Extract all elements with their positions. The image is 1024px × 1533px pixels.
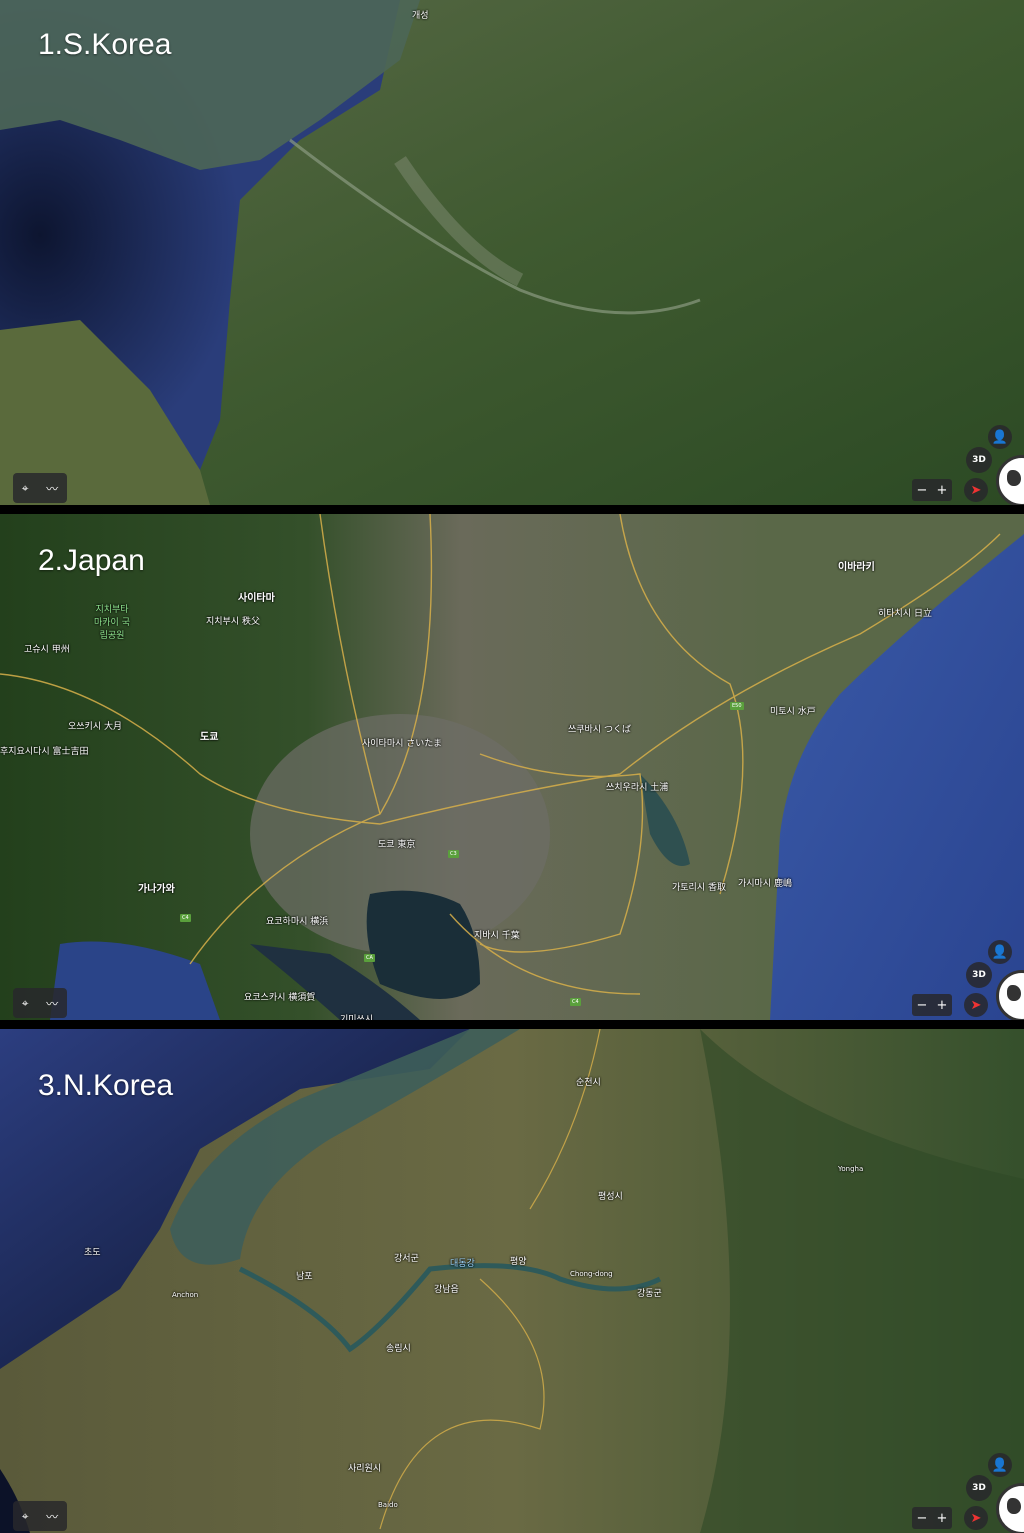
zoom-controls: − + <box>912 479 952 501</box>
panel-title: 2.Japan <box>38 544 145 577</box>
map-label: 도쿄 東京 <box>378 840 416 850</box>
river-label: 대동강 <box>450 1259 475 1269</box>
panel-title: 1.S.Korea <box>38 28 172 61</box>
map-pin-icon[interactable]: ⌖ <box>22 481 29 496</box>
zoom-out-button[interactable]: − <box>917 998 928 1013</box>
map-label: 평성시 <box>598 1192 623 1202</box>
zoom-in-button[interactable]: + <box>937 998 948 1013</box>
zoom-out-button[interactable]: − <box>917 483 928 498</box>
map-label: 요코하마시 横浜 <box>266 917 329 927</box>
map-panel-south-korea[interactable]: 1.S.Korea 개성 ⌖ 〰 👤 3D − + ➤ <box>0 0 1024 505</box>
elevation-icon[interactable]: 〰 <box>46 995 58 1012</box>
zoom-controls: − + <box>912 1507 952 1529</box>
map-label: 쓰치우라시 土浦 <box>606 783 669 793</box>
map-label: Chong-dong <box>570 1270 613 1278</box>
highway-shield: C4 <box>570 998 581 1006</box>
map-label: 이바라키 <box>838 562 875 573</box>
map-label: 평양 <box>510 1257 527 1267</box>
map-label: 쓰쿠바시 つくば <box>568 725 631 735</box>
elevation-icon[interactable]: 〰 <box>46 480 58 497</box>
map-label: 가토리시 香取 <box>672 883 726 893</box>
satellite-imagery <box>0 1029 1024 1533</box>
map-panel-japan[interactable]: 2.Japan 사이타마 지치부시 秩父 지치부타 마카이 국립공원 고슈시 甲… <box>0 514 1024 1020</box>
pegman-icon[interactable]: 👤 <box>988 425 1012 449</box>
3d-button[interactable]: 3D <box>966 1475 992 1501</box>
map-label: 남포 <box>296 1272 313 1282</box>
map-label: 히타치시 日立 <box>878 609 932 619</box>
satellite-imagery <box>0 514 1024 1020</box>
zoom-in-button[interactable]: + <box>937 483 948 498</box>
highway-shield: C3 <box>448 850 459 858</box>
map-label: 사이타마시 さいたま <box>362 739 442 749</box>
satellite-imagery <box>0 0 1024 505</box>
map-label: 사이타마 <box>238 593 275 604</box>
highway-shield: E50 <box>730 702 744 710</box>
map-label: 초도 <box>84 1248 101 1258</box>
map-label: 오쓰키시 大月 <box>68 722 122 732</box>
highway-shield: C4 <box>180 914 191 922</box>
layer-controls: ⌖ 〰 <box>13 473 67 503</box>
panel-title: 3.N.Korea <box>38 1069 174 1102</box>
map-pin-icon[interactable]: ⌖ <box>22 1509 29 1524</box>
map-label: 기미쓰시 <box>340 1015 374 1020</box>
map-label: 송림시 <box>386 1344 411 1354</box>
map-label: 강남읍 <box>434 1285 459 1295</box>
map-label: 강동군 <box>637 1289 662 1299</box>
layer-controls: ⌖ 〰 <box>13 1501 67 1531</box>
map-label: 지바시 千葉 <box>474 931 520 941</box>
map-label: 개성 <box>412 11 429 21</box>
map-label: 가시마시 鹿嶋 <box>738 879 792 889</box>
compass-icon[interactable]: ➤ <box>964 993 988 1017</box>
park-label: 지치부타 마카이 국립공원 <box>94 605 130 641</box>
3d-button[interactable]: 3D <box>966 962 992 988</box>
map-panel-north-korea[interactable]: 3.N.Korea 평양 대동강 강서군 강남읍 Chong-dong 강동군 … <box>0 1029 1024 1533</box>
map-label: Baido <box>378 1501 398 1509</box>
map-label: 지치부시 秩父 <box>206 617 260 627</box>
3d-button[interactable]: 3D <box>966 447 992 473</box>
compass-icon[interactable]: ➤ <box>964 1506 988 1530</box>
map-label: 후지요시다시 富士吉田 <box>0 747 89 757</box>
map-label: 순천시 <box>576 1078 601 1088</box>
zoom-in-button[interactable]: + <box>937 1511 948 1526</box>
map-label: Yongha <box>838 1165 864 1173</box>
map-pin-icon[interactable]: ⌖ <box>22 996 29 1011</box>
compass-icon[interactable]: ➤ <box>964 478 988 502</box>
map-label: 미토시 水戸 <box>770 707 816 717</box>
map-label: 가나가와 <box>138 884 175 895</box>
map-label: 요코스카시 横須賀 <box>244 993 316 1003</box>
highway-shield: CA <box>364 954 375 962</box>
elevation-icon[interactable]: 〰 <box>46 1508 58 1525</box>
pegman-icon[interactable]: 👤 <box>988 1453 1012 1477</box>
zoom-out-button[interactable]: − <box>917 1511 928 1526</box>
zoom-controls: − + <box>912 994 952 1016</box>
map-label: 고슈시 甲州 <box>24 645 70 655</box>
pegman-icon[interactable]: 👤 <box>988 940 1012 964</box>
map-label: Anchon <box>172 1291 199 1299</box>
map-label: 도쿄 <box>200 732 219 743</box>
map-label: 사리원시 <box>348 1464 382 1474</box>
map-label: 강서군 <box>394 1254 419 1264</box>
layer-controls: ⌖ 〰 <box>13 988 67 1018</box>
